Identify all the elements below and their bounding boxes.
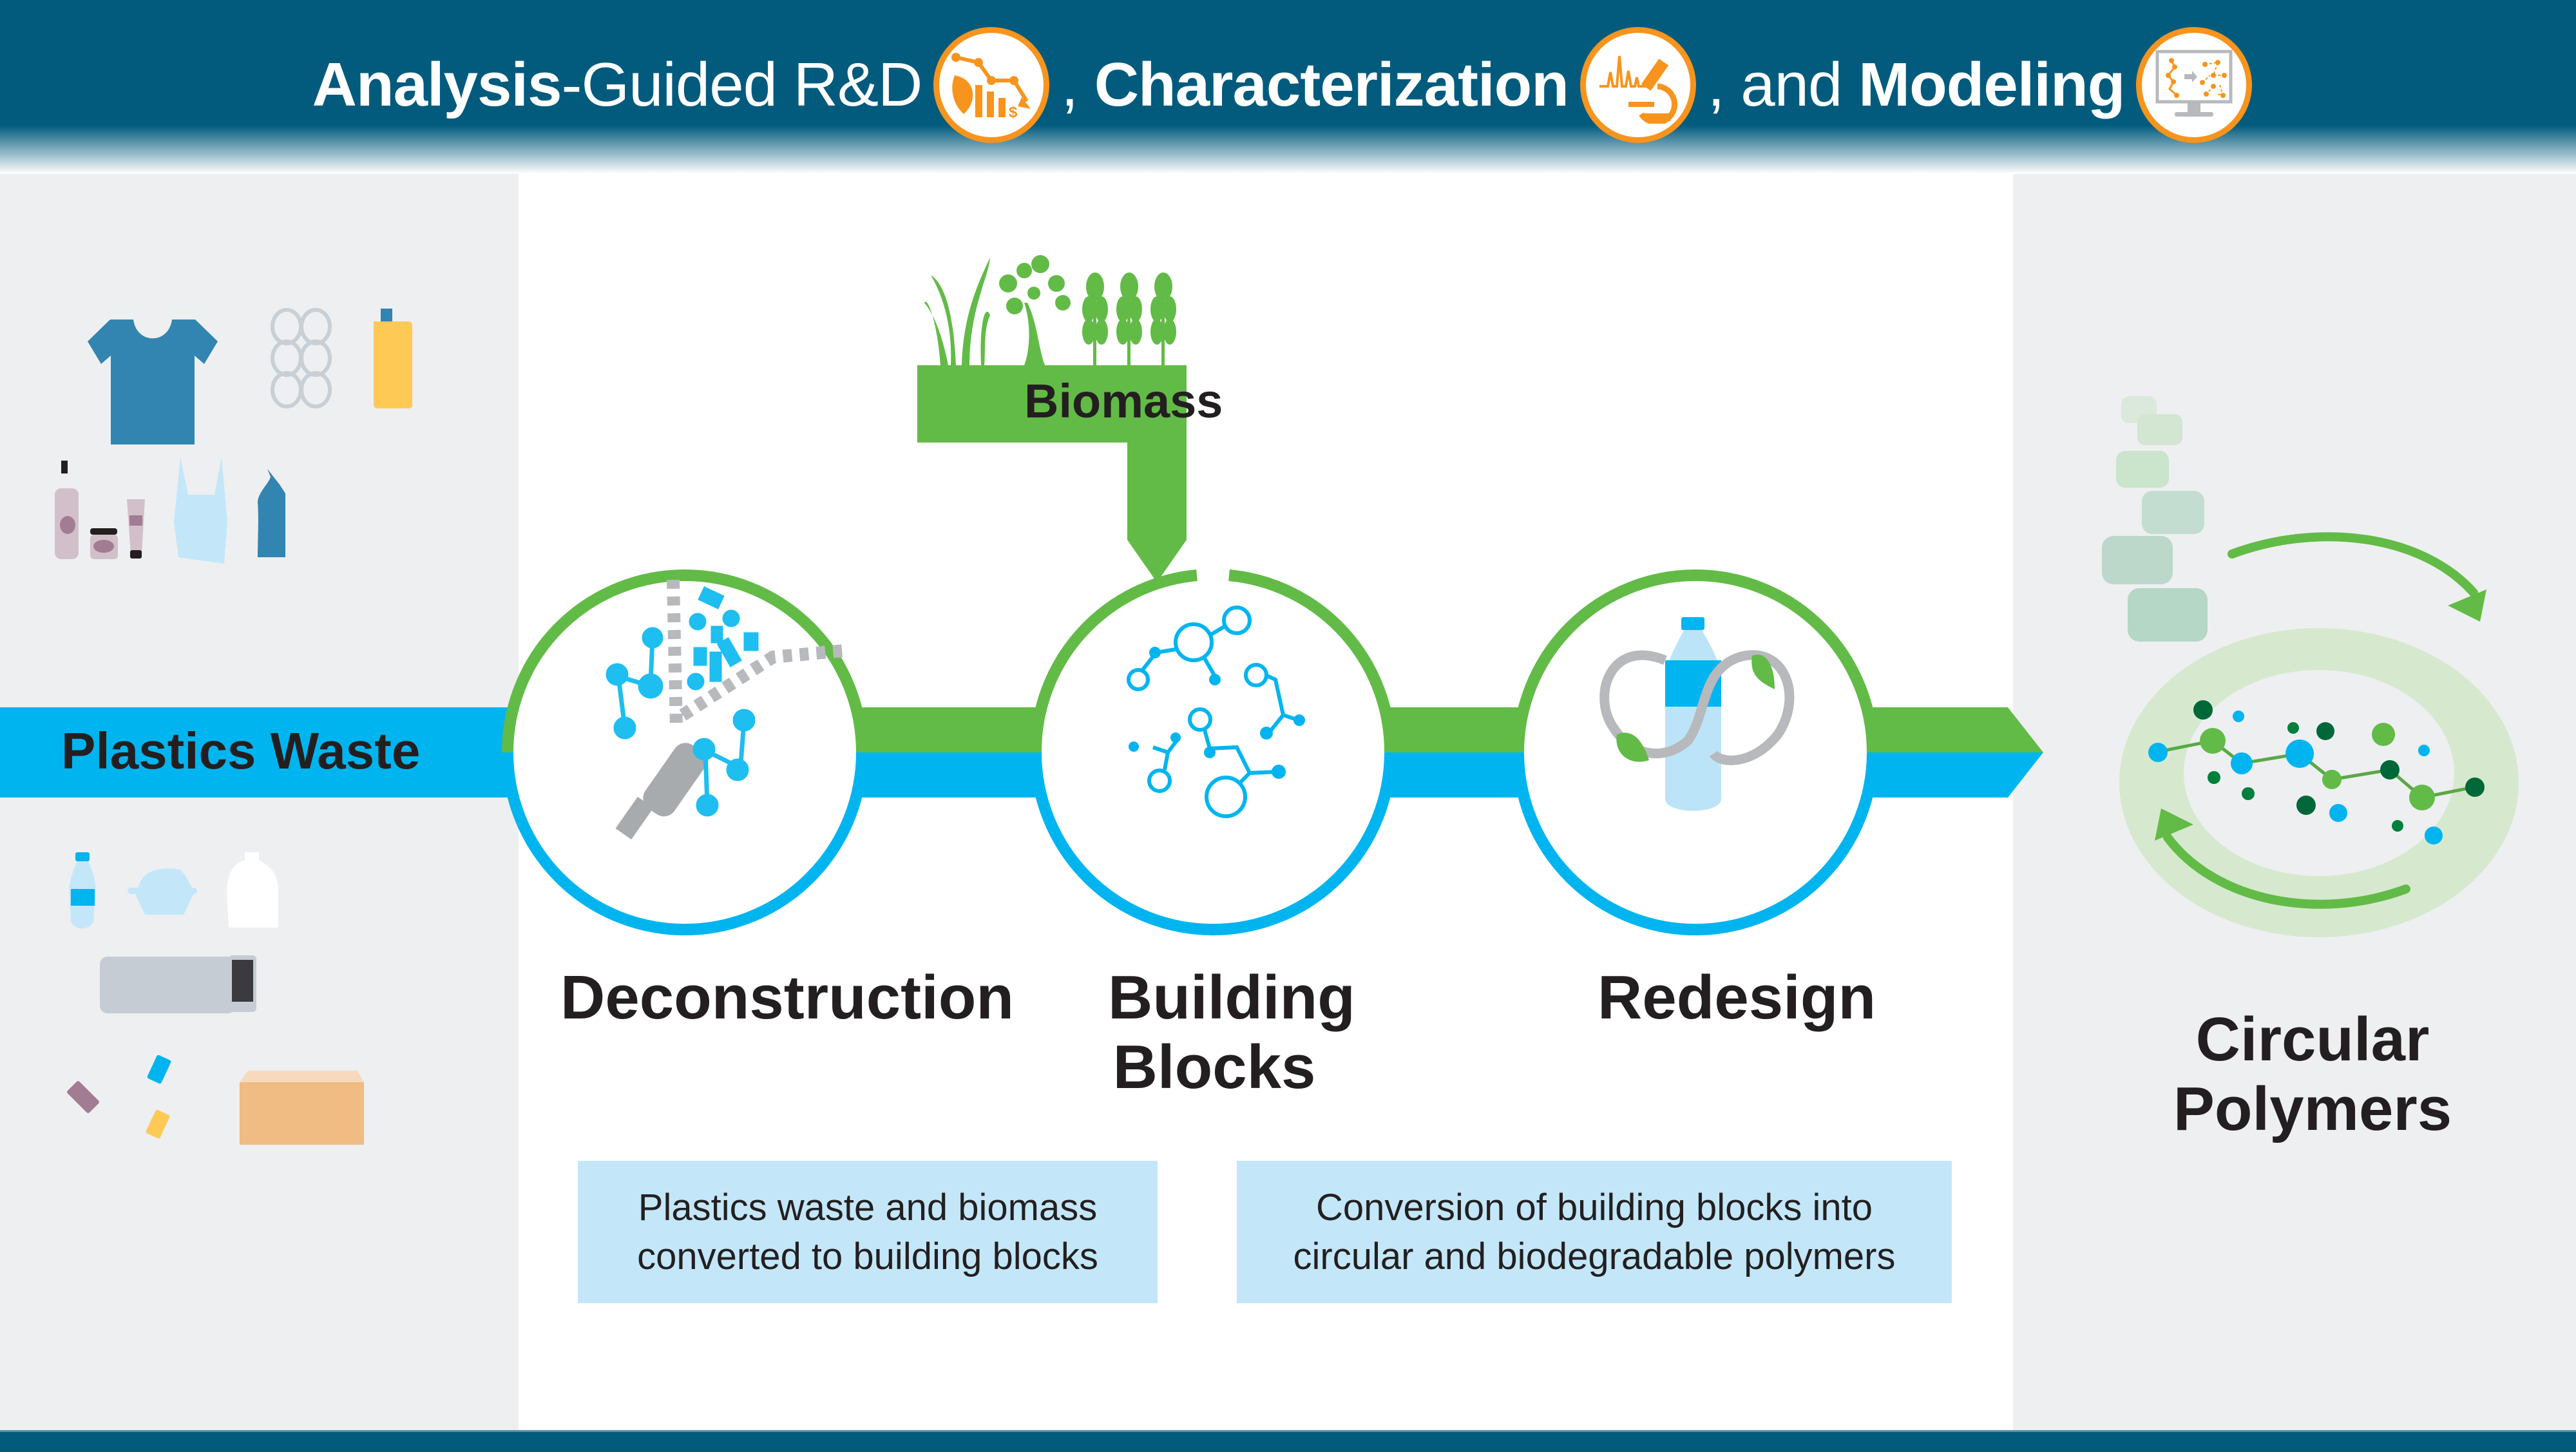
footer-bar	[0, 1430, 2576, 1452]
desc1-line2: converted to building blocks	[637, 1235, 1098, 1277]
cosmetic-jar-icon	[90, 528, 118, 559]
clamshell-container-icon	[128, 868, 197, 915]
cream-tube-icon	[127, 499, 145, 559]
six-pack-rings-icon	[271, 308, 332, 408]
circular-polymers-graphic	[2102, 396, 2519, 937]
candy-wrappers-icon	[67, 1055, 171, 1139]
pump-bottle-icon	[55, 461, 79, 559]
redesign-description-box: Conversion of building blocks into circu…	[1237, 1161, 1952, 1303]
redesign-label: Redesign	[1598, 963, 1876, 1032]
plastic-bag-icon	[174, 457, 227, 564]
desc2-line2: circular and biodegradable polymers	[1293, 1235, 1896, 1277]
redesign-circle	[1512, 569, 1878, 935]
deconstruction-description-box: Plastics waste and biomass converted to …	[578, 1161, 1158, 1303]
wheat-icon-3	[1150, 272, 1176, 365]
circular-polymers-label: Circular Polymers	[2145, 1005, 2480, 1144]
t-shirt-icon	[88, 320, 218, 444]
building-blocks-label: Building Blocks	[1108, 963, 1355, 1102]
building-blocks-label-line1: Building	[1108, 963, 1355, 1032]
keyboard-icon	[100, 957, 236, 1013]
deconstruction-circle	[502, 569, 868, 935]
circular-polymers-label-line2: Polymers	[2173, 1075, 2452, 1143]
packing-box-icon	[240, 1071, 364, 1145]
biomass-down-arrow	[1127, 443, 1187, 582]
milk-jug-icon	[227, 852, 278, 928]
plastics-waste-label: Plastics Waste	[61, 722, 421, 779]
water-bottle-small-icon	[69, 852, 96, 929]
circular-polymers-label-line1: Circular	[2195, 1005, 2430, 1074]
grass-icon	[924, 258, 990, 365]
cracked-phone-icon	[229, 955, 256, 1012]
wheat-icon-1	[1082, 272, 1108, 365]
building-blocks-label-line2: Blocks	[1112, 1033, 1316, 1102]
desc2-line1: Conversion of building blocks into	[1315, 1186, 1873, 1228]
tree-icon	[999, 255, 1071, 365]
deconstruction-label: Deconstruction	[560, 963, 1015, 1032]
cleaner-bottle-icon	[258, 469, 285, 557]
cycle-arrow-top	[2228, 532, 2478, 597]
biomass-label: Biomass	[1024, 374, 1223, 428]
desc1-line1: Plastics waste and biomass	[638, 1186, 1098, 1228]
detergent-bottle-icon	[374, 309, 412, 408]
wheat-icon-2	[1116, 272, 1142, 365]
building-blocks-circle	[1029, 569, 1397, 935]
